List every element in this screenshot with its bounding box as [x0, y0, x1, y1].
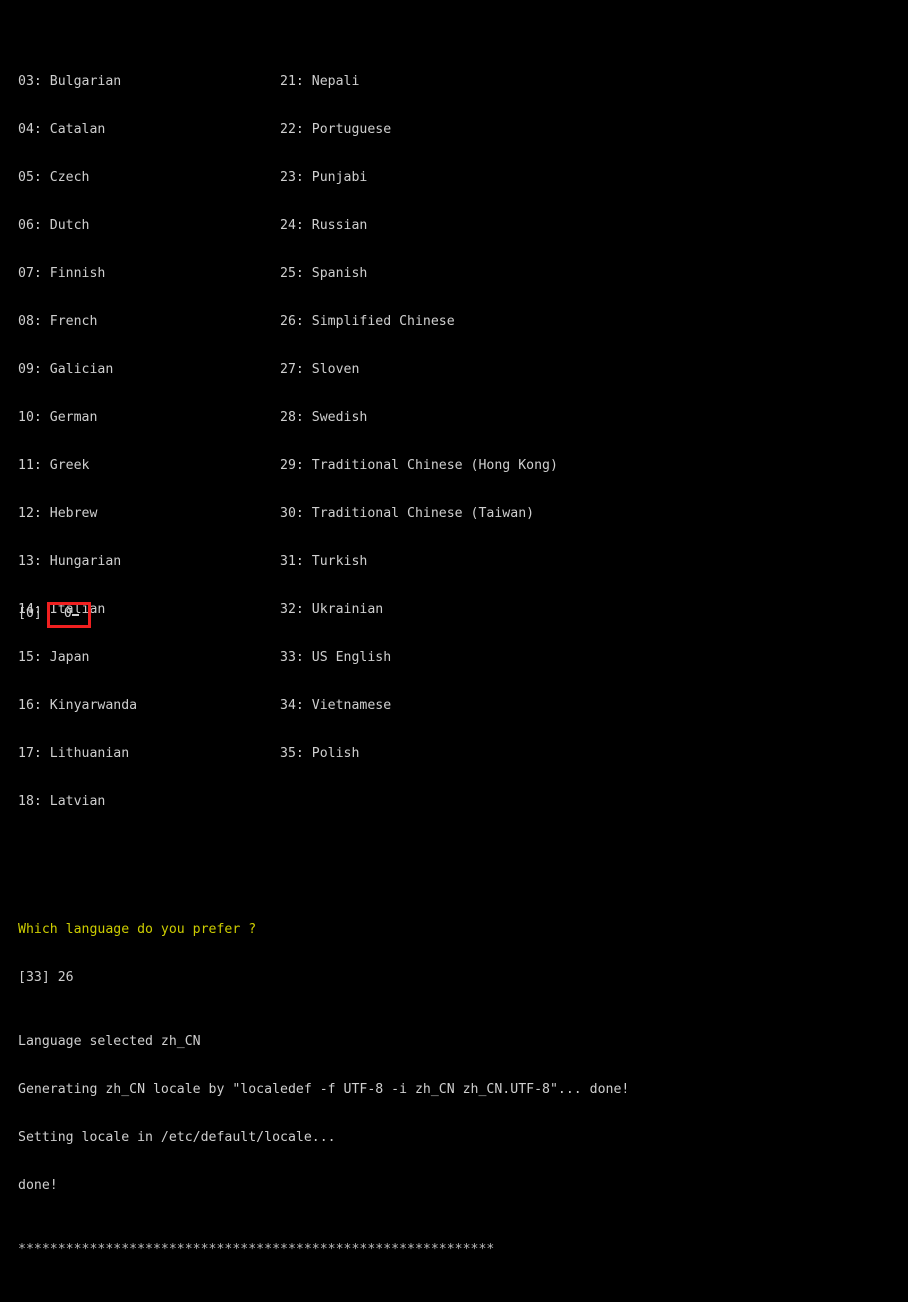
default-value-bracket: [0] — [18, 606, 42, 621]
language-row: 03: Bulgarian 21: Nepali — [18, 74, 360, 89]
language-answer: [33] 26 — [18, 970, 74, 985]
language-row: 17: Lithuanian 35: Polish — [18, 746, 360, 761]
language-row: 18: Latvian — [18, 794, 106, 809]
locale-status-line: Language selected zh_CN — [18, 1034, 201, 1049]
language-row: 13: Hungarian 31: Turkish — [18, 554, 368, 569]
text-cursor — [71, 614, 79, 616]
locale-status-line: Setting locale in /etc/default/locale... — [18, 1130, 336, 1145]
language-row: 04: Catalan 22: Portuguese — [18, 122, 392, 137]
language-row: 12: Hebrew 30: Traditional Chinese (Taiw… — [18, 506, 535, 521]
language-row: 09: Galician 27: Sloven — [18, 362, 360, 377]
asterisk-separator: ****************************************… — [18, 1242, 495, 1257]
mode-input-line: [0] 0 — [18, 606, 79, 622]
terminal-output: 03: Bulgarian 21: Nepali 04: Catalan 22:… — [18, 26, 898, 1302]
language-row: 11: Greek 29: Traditional Chinese (Hong … — [18, 458, 558, 473]
language-row: 08: French 26: Simplified Chinese — [18, 314, 455, 329]
language-row: 07: Finnish 25: Spanish — [18, 266, 368, 281]
locale-status-line: Generating zh_CN locale by "localedef -f… — [18, 1082, 630, 1097]
language-row: 15: Japan 33: US English — [18, 650, 392, 665]
language-row: 05: Czech 23: Punjabi — [18, 170, 368, 185]
locale-status-line: done! — [18, 1178, 58, 1193]
mode-input-value[interactable]: 0 — [64, 606, 72, 621]
terminal-window: 03: Bulgarian 21: Nepali 04: Catalan 22:… — [0, 0, 908, 1257]
language-row: 10: German 28: Swedish — [18, 410, 368, 425]
language-row: 16: Kinyarwanda 34: Vietnamese — [18, 698, 392, 713]
language-row: 14: Italian 32: Ukrainian — [18, 602, 384, 617]
language-question: Which language do you prefer ? — [18, 922, 257, 937]
language-row: 06: Dutch 24: Russian — [18, 218, 368, 233]
